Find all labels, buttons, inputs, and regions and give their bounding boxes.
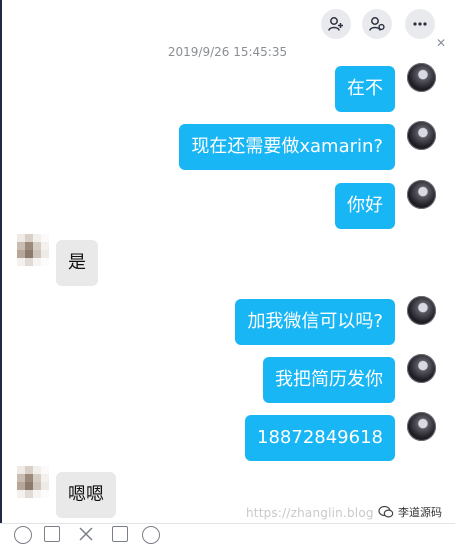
message-bubble-sent: 在不 xyxy=(335,66,395,112)
input-toolbar xyxy=(0,523,455,544)
more-options-button[interactable] xyxy=(405,9,435,39)
add-contact-button[interactable] xyxy=(321,9,351,39)
message-bubble-sent: 你好 xyxy=(335,183,395,229)
avatar[interactable] xyxy=(17,234,49,266)
emoji-icon[interactable] xyxy=(14,526,32,544)
folder-icon[interactable] xyxy=(44,526,60,542)
avatar[interactable] xyxy=(17,466,49,498)
ellipsis-icon xyxy=(413,22,427,26)
video-call-icon[interactable] xyxy=(142,526,160,544)
person-plus-icon xyxy=(328,17,343,31)
avatar[interactable] xyxy=(407,121,436,150)
avatar[interactable] xyxy=(407,63,436,92)
avatar[interactable] xyxy=(407,412,436,441)
avatar[interactable] xyxy=(407,180,436,209)
message-bubble-sent: 我把简历发你 xyxy=(263,357,395,403)
wechat-watermark: 李道源码 xyxy=(378,504,442,520)
message-timestamp: 2019/9/26 15:45:35 xyxy=(167,45,288,59)
message-bubble-sent: 现在还需要做xamarin? xyxy=(179,124,395,170)
wechat-icon xyxy=(378,505,394,518)
person-gear-icon xyxy=(369,17,385,31)
message-bubble-received: 是 xyxy=(56,240,98,286)
message-bubble-sent: 18872849618 xyxy=(245,415,395,461)
watermark-url: https://zhanglin.blog xyxy=(246,506,374,520)
contact-settings-button[interactable] xyxy=(362,9,392,39)
avatar[interactable] xyxy=(407,354,436,383)
avatar[interactable] xyxy=(407,296,436,325)
window-left-edge xyxy=(0,0,2,536)
wechat-watermark-label: 李道源码 xyxy=(398,506,442,519)
message-bubble-sent: 加我微信可以吗? xyxy=(235,299,395,345)
chat-history-icon[interactable] xyxy=(112,526,128,542)
message-bubble-received: 嗯嗯 xyxy=(56,472,116,518)
scissors-icon[interactable] xyxy=(78,526,94,542)
